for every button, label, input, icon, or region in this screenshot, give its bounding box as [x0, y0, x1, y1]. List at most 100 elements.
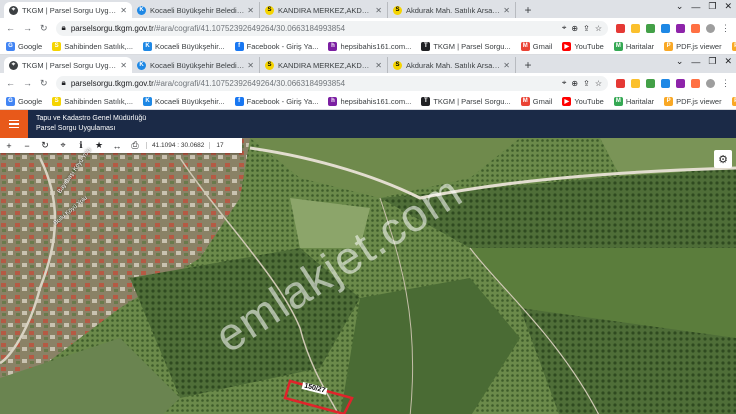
bookmark-item[interactable]: f Facebook - Giriş Ya... [234, 96, 318, 106]
maximize-icon[interactable]: ❐ [708, 56, 716, 67]
extension-icon[interactable] [646, 78, 655, 88]
bookmark-item[interactable]: G Google [6, 41, 43, 51]
bookmark-item[interactable]: ▶ YouTube [562, 96, 604, 106]
bookmark-icon: K [142, 96, 152, 106]
tab-akdurak[interactable]: S Akdurak Mah. Satılık Arsa İlanları... … [388, 2, 516, 18]
extension-icon[interactable] [691, 78, 700, 88]
bookmark-item[interactable]: T TKGM | Parsel Sorgu... [421, 96, 511, 106]
extension-icon[interactable] [676, 23, 685, 33]
forward-icon[interactable]: → [23, 78, 32, 88]
bookmark-item[interactable]: G Google [6, 96, 42, 106]
bookmark-label: PDF.js viewer [676, 96, 722, 106]
bookmark-item[interactable]: h hepsibahis161.com... [328, 41, 411, 51]
maximize-icon[interactable]: ❐ [708, 1, 716, 12]
close-icon[interactable]: ✕ [375, 6, 382, 15]
location-pin-icon: ⌖ [9, 60, 18, 70]
close-icon[interactable]: ✕ [503, 61, 510, 70]
reload-icon[interactable]: ↻ [40, 23, 48, 34]
print-icon[interactable]: ⎙ [126, 140, 144, 151]
avatar[interactable] [706, 23, 715, 33]
close-icon[interactable]: ✕ [247, 6, 254, 15]
bookmark-icon: f [234, 41, 244, 51]
close-window-icon[interactable]: ✕ [724, 1, 732, 12]
tab-kocaeli[interactable]: K Kocaeli Büyükşehir Belediyesi - Ş... ✕ [132, 2, 260, 18]
bookmark-item[interactable]: ▶ YouTube [562, 41, 604, 51]
extension-icon[interactable] [676, 78, 685, 88]
bookmark-star-icon[interactable]: ★ [90, 140, 108, 151]
tab-title: KANDIRA MERKEZ,AKDURAK Mi... [278, 60, 373, 70]
bookmark-item[interactable]: POrtaklıklar Finali.pdf [731, 96, 736, 106]
bookmark-icon: h [328, 96, 338, 106]
tab-search-icon[interactable]: ⌄ [676, 56, 684, 67]
location-icon[interactable]: ⌖ [562, 23, 567, 33]
avatar[interactable] [706, 78, 715, 88]
bookmark-item[interactable]: S Sahibinden Satılık,... [52, 96, 133, 106]
close-window-icon[interactable]: ✕ [724, 56, 732, 67]
extension-icon[interactable] [616, 78, 625, 88]
satellite-map[interactable]: + − ↻ ⌖ ℹ ★ ↔ ⎙ 41.1094 : 30.0682 17 ⚙ B… [0, 138, 736, 414]
forward-icon[interactable]: → [23, 23, 32, 33]
lock-icon: 🔒︎ [61, 23, 66, 32]
bookmark-item[interactable]: K Kocaeli Büyükşehir... [142, 41, 225, 51]
settings-gear-icon[interactable]: ⚙ [714, 150, 732, 168]
back-icon[interactable]: ← [6, 78, 15, 88]
share-icon[interactable]: ⇪ [583, 79, 590, 88]
tab-tkgm[interactable]: ⌖ TKGM | Parsel Sorgu Uygulaması ✕ [4, 2, 132, 18]
extension-icon[interactable] [691, 23, 700, 33]
bookmark-item[interactable]: M Gmail [520, 96, 552, 106]
zoom-in-icon[interactable]: + [0, 141, 18, 151]
new-tab-button[interactable]: + [520, 57, 536, 73]
zoom-icon[interactable]: ⊕ [571, 24, 578, 33]
menu-icon[interactable]: ⋮ [721, 23, 730, 34]
bookmark-item[interactable]: K Kocaeli Büyükşehir... [142, 96, 225, 106]
bookmark-item[interactable]: P PDF.js viewer [664, 41, 722, 51]
share-icon[interactable]: ⇪ [583, 24, 590, 33]
address-bar[interactable]: 🔒︎ parselsorgu.tkgm.gov.tr/#ara/cografi/… [55, 20, 608, 36]
tab-akdurak[interactable]: S Akdurak Mah. Satılık Arsa İlanları... … [388, 57, 516, 73]
tab-kocaeli[interactable]: K Kocaeli Büyükşehir Belediyesi - Ş... ✕ [132, 57, 260, 73]
extension-icon[interactable] [631, 78, 640, 88]
bookmark-item[interactable]: P PDF.js viewer [664, 96, 722, 106]
close-icon[interactable]: ✕ [247, 61, 254, 70]
bookmark-icon: P [664, 41, 674, 51]
bookmark-item[interactable]: POrtaklıklar Finali.pdf [731, 41, 736, 51]
address-bar[interactable]: 🔒︎ parselsorgu.tkgm.gov.tr/#ara/cografi/… [55, 75, 608, 91]
tab-search-icon[interactable]: ⌄ [676, 1, 684, 12]
hamburger-menu-button[interactable] [0, 110, 28, 138]
back-icon[interactable]: ← [6, 23, 15, 33]
reload-icon[interactable]: ↻ [40, 78, 48, 89]
close-icon[interactable]: ✕ [503, 6, 510, 15]
new-tab-button[interactable]: + [520, 2, 536, 18]
close-icon[interactable]: ✕ [375, 61, 382, 70]
bookmark-item[interactable]: M Gmail [520, 41, 552, 51]
tab-kandira[interactable]: S KANDIRA MERKEZ,AKDURAK Mi... ✕ [260, 57, 388, 73]
close-icon[interactable]: ✕ [120, 61, 127, 70]
bookmark-item[interactable]: M Haritalar [613, 96, 654, 106]
star-icon[interactable]: ☆ [595, 24, 602, 33]
browser-chrome-inner: ⌖ TKGM | Parsel Sorgu Uygulaması ✕ K Koc… [0, 55, 736, 110]
zoom-icon[interactable]: ⊕ [571, 79, 578, 88]
extension-icon[interactable] [646, 23, 655, 33]
bookmark-label: Google [18, 41, 43, 51]
extension-icon[interactable] [661, 23, 670, 33]
bookmark-item[interactable]: M Haritalar [613, 41, 654, 51]
minimize-icon[interactable]: — [691, 2, 700, 12]
star-icon[interactable]: ☆ [595, 79, 602, 88]
refresh-icon[interactable]: ↻ [36, 140, 54, 151]
bookmark-item[interactable]: h hepsibahis161.com... [328, 96, 411, 106]
measure-icon[interactable]: ↔ [108, 141, 126, 151]
location-icon[interactable]: ⌖ [562, 78, 567, 88]
locate-icon[interactable]: ⌖ [54, 140, 72, 151]
extension-icon[interactable] [661, 78, 670, 88]
extension-icon[interactable] [631, 23, 640, 33]
extension-icon[interactable] [616, 23, 625, 33]
bookmark-item[interactable]: T TKGM | Parsel Sorgu... [421, 41, 511, 51]
minimize-icon[interactable]: — [691, 57, 700, 67]
bookmark-item[interactable]: f Facebook - Giriş Ya... [234, 41, 318, 51]
tab-kandira[interactable]: S KANDIRA MERKEZ,AKDURAK Mi... ✕ [260, 2, 388, 18]
zoom-out-icon[interactable]: − [18, 141, 36, 151]
menu-icon[interactable]: ⋮ [721, 78, 730, 89]
close-icon[interactable]: ✕ [120, 6, 127, 15]
tab-tkgm[interactable]: ⌖ TKGM | Parsel Sorgu Uygulaması ✕ [4, 57, 132, 73]
bookmark-item[interactable]: S Sahibinden Satılık,... [52, 41, 133, 51]
